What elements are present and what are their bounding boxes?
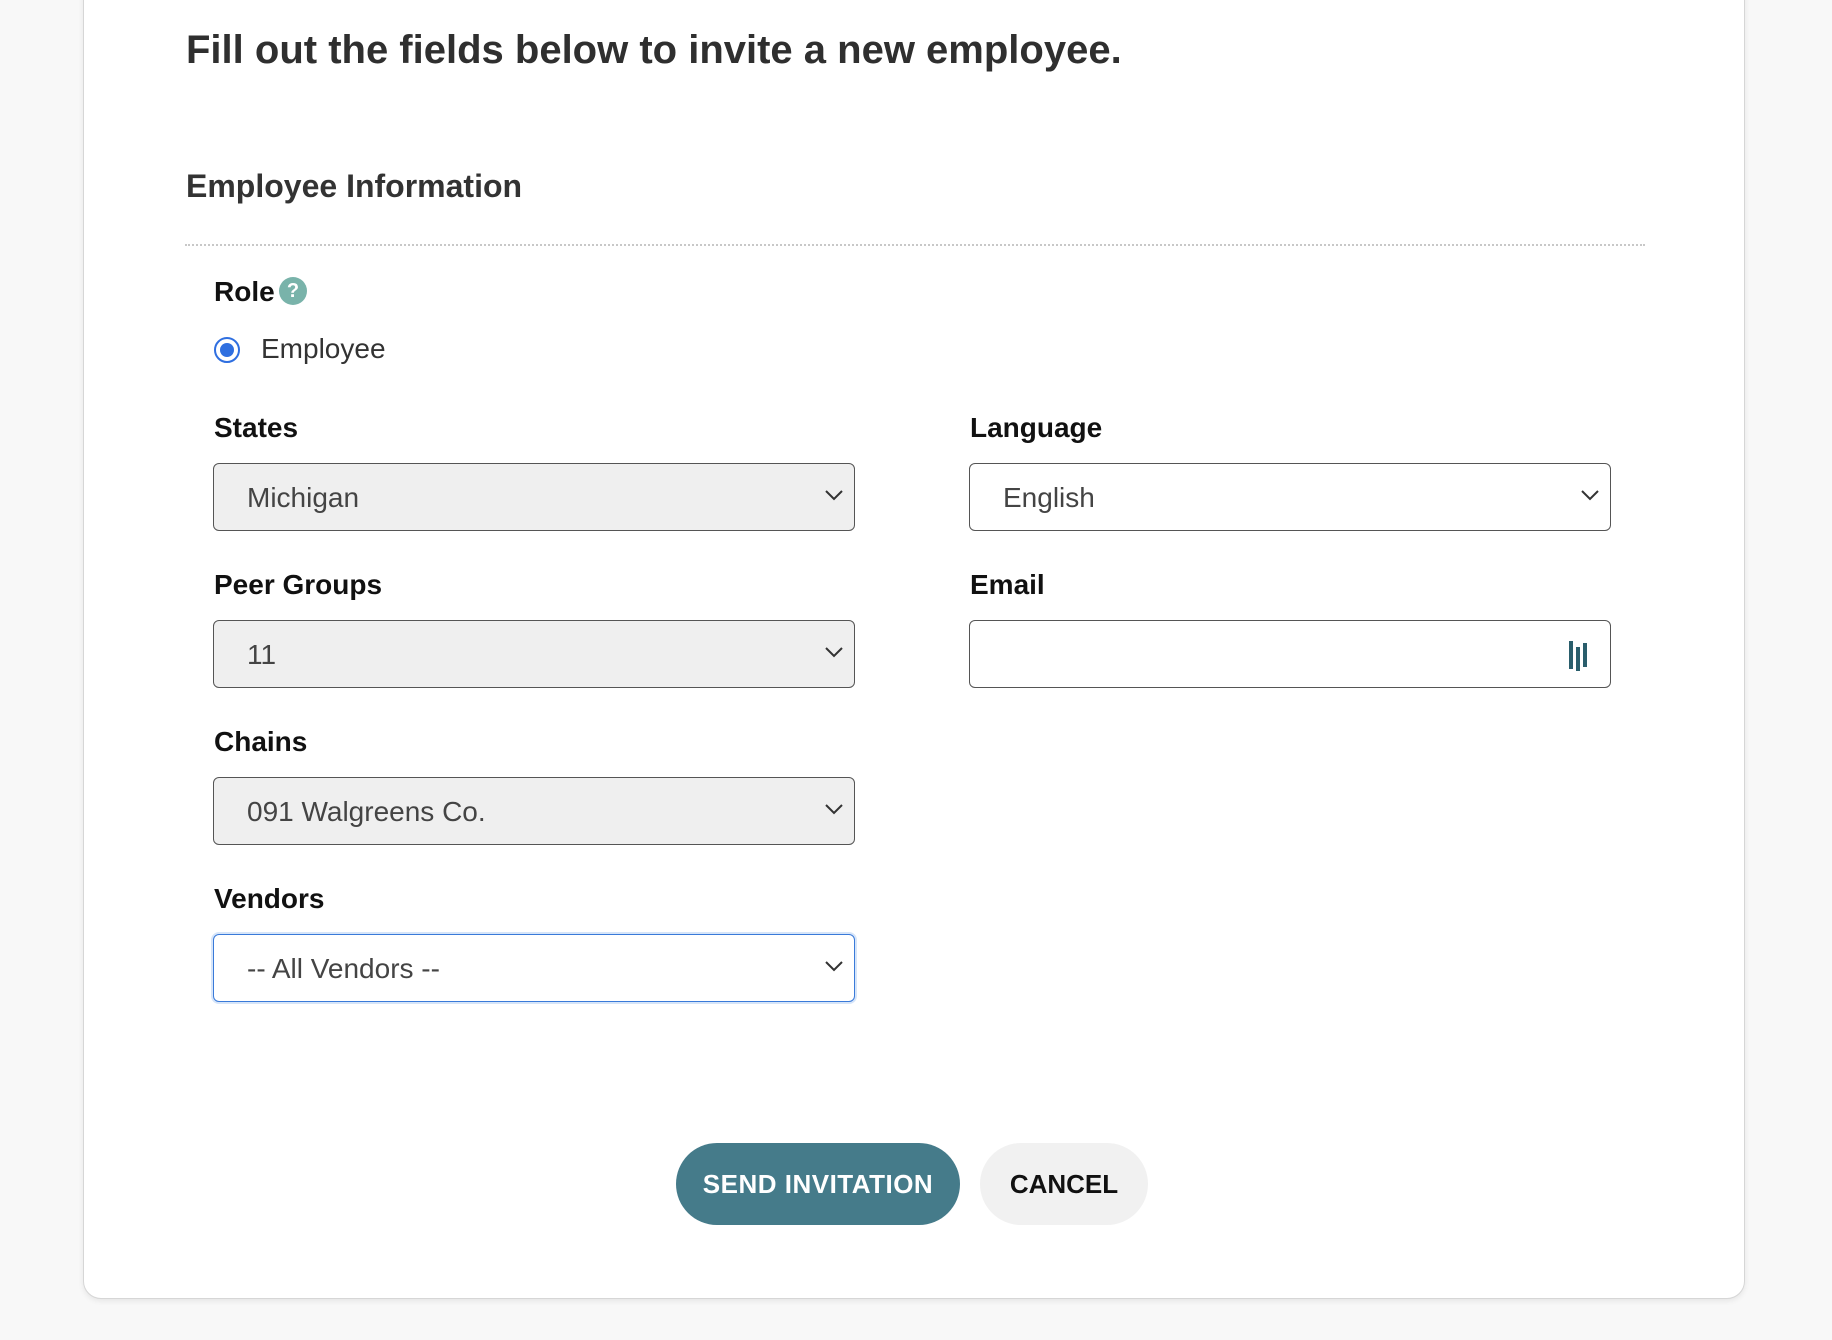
email-label: Email bbox=[970, 569, 1045, 600]
chevron-down-icon bbox=[825, 804, 843, 815]
chevron-down-icon bbox=[1581, 490, 1599, 501]
states-label: States bbox=[214, 412, 299, 443]
vendors-label: Vendors bbox=[214, 883, 325, 914]
states-select[interactable]: Michigan bbox=[213, 463, 855, 531]
dashlane-icon[interactable] bbox=[1568, 639, 1592, 671]
vendors-select[interactable]: -- All Vendors -- bbox=[213, 934, 855, 1002]
send-invitation-button[interactable]: SEND INVITATION bbox=[676, 1143, 960, 1225]
section-divider bbox=[185, 244, 1645, 246]
language-label: Language bbox=[970, 412, 1103, 443]
language-select[interactable]: English bbox=[969, 463, 1611, 531]
vendors-select-value: -- All Vendors -- bbox=[247, 953, 440, 984]
chevron-down-icon bbox=[825, 490, 843, 501]
peer-groups-select-value: 11 bbox=[247, 639, 277, 670]
chevron-down-icon bbox=[825, 647, 843, 658]
section-title: Employee Information bbox=[186, 168, 523, 204]
cancel-button[interactable]: CANCEL bbox=[980, 1143, 1148, 1225]
chains-label: Chains bbox=[214, 726, 308, 757]
peer-groups-label: Peer Groups bbox=[214, 569, 383, 600]
chains-select[interactable]: 091 Walgreens Co. bbox=[213, 777, 855, 845]
states-select-value: Michigan bbox=[247, 482, 360, 513]
role-label: Role bbox=[214, 276, 275, 307]
question-circle-icon[interactable]: ? bbox=[279, 277, 307, 305]
peer-groups-select[interactable]: 11 bbox=[213, 620, 855, 688]
email-field[interactable] bbox=[969, 620, 1611, 688]
chevron-down-icon bbox=[825, 961, 843, 972]
role-employee-label[interactable]: Employee bbox=[261, 333, 386, 365]
chains-select-value: 091 Walgreens Co. bbox=[247, 796, 486, 827]
role-employee-radio[interactable] bbox=[214, 337, 240, 363]
language-select-value: English bbox=[1003, 482, 1095, 513]
page-intro: Fill out the fields below to invite a ne… bbox=[186, 28, 1122, 72]
